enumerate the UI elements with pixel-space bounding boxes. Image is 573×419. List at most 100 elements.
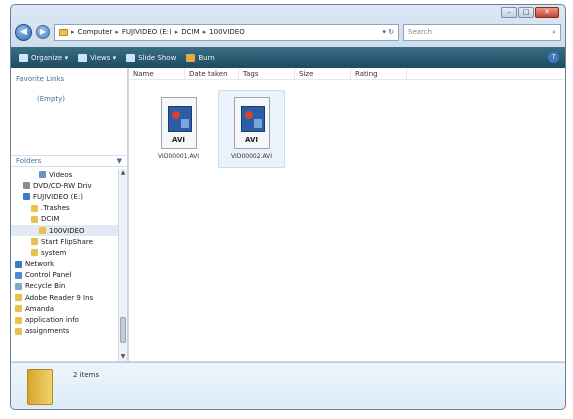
folders-label: Folders — [16, 157, 42, 165]
tree-item[interactable]: Start FlipShare — [11, 236, 119, 247]
tree-item[interactable]: assignments — [11, 326, 119, 337]
tree-item-label: system — [41, 248, 67, 257]
views-icon — [78, 53, 88, 62]
tree-item-label: Start FlipShare — [41, 237, 93, 246]
column-size[interactable]: Size — [295, 67, 351, 80]
refresh-icon[interactable]: ▾ ↻ — [382, 28, 394, 36]
scroll-down-icon[interactable]: ▼ — [119, 353, 127, 361]
search-placeholder: Search — [408, 28, 433, 36]
chevron-down-icon: ▼ — [116, 157, 122, 165]
breadcrumb-dcim[interactable]: DCIM — [181, 28, 199, 36]
folder-icon — [15, 327, 22, 335]
tree-item[interactable]: Network — [11, 259, 119, 270]
videos-icon — [39, 171, 46, 179]
command-toolbar: Organize ▾ Views ▾ Slide Show Burn ? — [11, 47, 565, 68]
scroll-thumb[interactable] — [120, 317, 126, 343]
slideshow-label: Slide Show — [138, 53, 177, 62]
tree-item[interactable]: DVD/CD-RW Driv — [11, 180, 119, 191]
burn-label: Burn — [198, 53, 215, 62]
tree-item[interactable]: DCIM — [11, 214, 119, 225]
video-file-icon: AVI — [160, 97, 197, 149]
folder-icon — [31, 238, 38, 246]
tree-scrollbar[interactable]: ▲ ▼ — [118, 169, 127, 361]
search-input[interactable]: Search ⌕ — [403, 23, 561, 41]
organize-label: Organize ▾ — [31, 53, 69, 62]
slideshow-button[interactable]: Slide Show — [126, 53, 177, 62]
folder-icon — [59, 28, 68, 36]
explorer-window: – □ ✕ ◀ ▶ ▸ Computer ▸ FUJIVIDEO (E:) ▸ … — [10, 4, 566, 410]
tree-item[interactable]: FUJIVIDEO (E:) — [11, 191, 119, 202]
file-name: VID00001.AVI — [157, 153, 200, 160]
tree-item-label: Adobe Reader 9 Ins — [25, 293, 94, 302]
views-label: Views ▾ — [90, 53, 117, 62]
video-thumbnail — [167, 106, 192, 132]
minimize-button[interactable]: – — [501, 7, 517, 18]
search-icon[interactable]: ⌕ — [552, 28, 556, 37]
chevron-right-icon: ▸ — [115, 28, 119, 36]
organize-icon — [19, 53, 28, 62]
dvd-drive-icon — [23, 182, 30, 190]
close-button[interactable]: ✕ — [535, 7, 559, 18]
tree-item[interactable]: Adobe Reader 9 Ins — [11, 292, 119, 303]
column-name[interactable]: Name — [129, 67, 185, 80]
tree-item-label: FUJIVIDEO (E:) — [33, 192, 83, 201]
forward-button[interactable]: ▶ — [36, 25, 50, 39]
tree-item[interactable]: system — [11, 247, 119, 258]
tree-item[interactable]: Videos — [11, 169, 119, 180]
file-type-label: AVI — [245, 136, 258, 144]
file-item[interactable]: AVI VID00002.AVI — [218, 90, 285, 168]
folder-icon — [39, 227, 46, 235]
navigation-pane: Favorite Links (Empty) Folders ▼ Videos D… — [11, 68, 128, 361]
address-row: ◀ ▶ ▸ Computer ▸ FUJIVIDEO (E:) ▸ DCIM ▸… — [15, 21, 561, 43]
slideshow-icon — [126, 53, 136, 62]
recycle-bin-icon — [15, 282, 22, 290]
back-button[interactable]: ◀ — [15, 23, 32, 41]
tree-item-label: DCIM — [41, 215, 60, 224]
tree-item[interactable]: 100VIDEO — [11, 224, 119, 237]
column-tags[interactable]: Tags — [239, 67, 295, 80]
folder-icon — [31, 215, 38, 223]
folder-icon — [15, 294, 22, 302]
column-date-taken[interactable]: Date taken — [185, 67, 239, 80]
tree-item[interactable]: application info — [11, 314, 119, 325]
details-pane: 2 items — [11, 362, 565, 409]
folder-icon — [31, 249, 38, 257]
favorite-links-title: Favorite Links — [16, 75, 65, 83]
items-count: 2 items — [73, 371, 100, 379]
control-panel-icon — [15, 271, 22, 279]
tree-item[interactable]: Control Panel — [11, 270, 119, 281]
folder-icon — [15, 305, 22, 313]
file-item[interactable]: AVI VID00001.AVI — [145, 90, 212, 168]
organize-button[interactable]: Organize ▾ — [19, 53, 69, 62]
folder-icon — [31, 204, 38, 212]
file-list: Name Date taken Tags Size Rating AVI VID… — [129, 67, 565, 361]
network-icon — [15, 260, 22, 268]
burn-button[interactable]: Burn — [186, 53, 215, 62]
tree-item-label: Network — [25, 260, 55, 269]
breadcrumb-100video[interactable]: 100VIDEO — [209, 28, 245, 36]
tree-item-label: assignments — [25, 327, 70, 336]
tree-item[interactable]: Amanda — [11, 303, 119, 314]
maximize-button[interactable]: □ — [518, 7, 534, 18]
breadcrumb-computer[interactable]: Computer — [78, 28, 113, 36]
folder-icon — [15, 316, 22, 324]
tree-item-label: .Trashes — [41, 204, 70, 213]
breadcrumb-drive[interactable]: FUJIVIDEO (E:) — [122, 28, 172, 36]
column-rating[interactable]: Rating — [351, 67, 407, 80]
views-button[interactable]: Views ▾ — [78, 53, 117, 62]
video-file-icon: AVI — [233, 97, 270, 149]
tree-item-label: Amanda — [25, 304, 55, 313]
video-thumbnail — [240, 106, 265, 132]
tree-item[interactable]: Recycle Bin — [11, 281, 119, 292]
scroll-up-icon[interactable]: ▲ — [119, 169, 127, 177]
chevron-right-icon: ▸ — [174, 28, 179, 36]
folders-toggle[interactable]: Folders ▼ — [11, 155, 128, 167]
tree-item-label: application info — [25, 316, 79, 325]
tree-item-label: DVD/CD-RW Driv — [33, 181, 92, 190]
address-bar[interactable]: ▸ Computer ▸ FUJIVIDEO (E:) ▸ DCIM ▸ 100… — [54, 23, 399, 41]
tree-item-label: Videos — [49, 170, 73, 179]
tree-item[interactable]: .Trashes — [11, 203, 119, 214]
column-headers: Name Date taken Tags Size Rating — [129, 67, 565, 80]
favorites-empty-label: (Empty) — [37, 95, 66, 103]
help-icon[interactable]: ? — [548, 52, 559, 63]
